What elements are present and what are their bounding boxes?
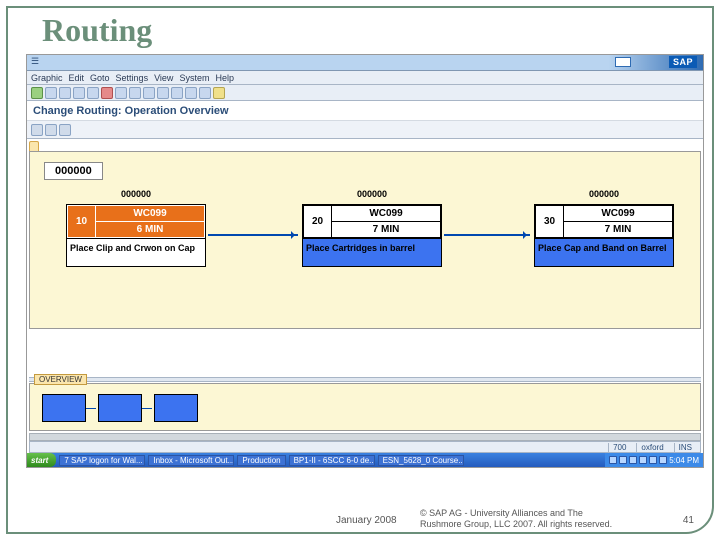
menu-item-help[interactable]: Help <box>215 73 234 83</box>
arrow-icon <box>208 234 298 236</box>
footer-strip <box>29 433 701 441</box>
print-icon[interactable] <box>115 87 127 99</box>
menu-bar[interactable]: Graphic Edit Goto Settings View System H… <box>27 71 703 85</box>
tray-icon[interactable] <box>609 456 617 464</box>
taskbar-item[interactable]: 7 SAP logon for Wal... <box>59 455 145 466</box>
overview-thumb[interactable] <box>98 394 142 422</box>
taskbar-item[interactable]: BP1-II - 6SCC 6-0 de... <box>289 455 375 466</box>
header-widget[interactable] <box>615 57 631 67</box>
tool-icon[interactable] <box>45 87 57 99</box>
next-icon[interactable] <box>171 87 183 99</box>
diagram-root-id: 000000 <box>44 162 103 180</box>
footer-copyright: © SAP AG - University Alliances and The … <box>420 508 620 531</box>
menu-item-goto[interactable]: Goto <box>90 73 110 83</box>
find-icon[interactable] <box>129 87 141 99</box>
first-icon[interactable] <box>143 87 155 99</box>
prev-icon[interactable] <box>157 87 169 99</box>
overview-thumb[interactable] <box>154 394 198 422</box>
op-top-id: 000000 <box>589 189 619 199</box>
op-workcenter: WC099 <box>564 206 673 222</box>
menu-item-view[interactable]: View <box>154 73 173 83</box>
status-ins: INS <box>674 443 696 452</box>
tray-icon[interactable] <box>629 456 637 464</box>
system-tray[interactable]: 5:04 PM <box>605 453 703 467</box>
sap-logo: SAP <box>669 56 697 68</box>
op-time: 7 MIN <box>564 222 673 238</box>
last-icon[interactable] <box>185 87 197 99</box>
slide-footer: January 2008 © SAP AG - University Allia… <box>0 478 720 530</box>
taskbar-item[interactable]: ESN_5628_0 Course... <box>378 455 464 466</box>
status-client: oxford <box>636 443 667 452</box>
sap-window-header: ☰ SAP <box>27 55 703 71</box>
overview-pane[interactable]: OVERVIEW <box>29 383 701 431</box>
arrow-icon <box>444 234 530 236</box>
overview-label: OVERVIEW <box>34 374 87 385</box>
op-time: 7 MIN <box>332 222 441 238</box>
tab-strip <box>27 141 703 151</box>
menu-item-graphic[interactable]: Graphic <box>31 73 63 83</box>
save-icon[interactable] <box>59 87 71 99</box>
op-number: 30 <box>536 206 564 238</box>
tray-icon[interactable] <box>619 456 627 464</box>
help-icon[interactable] <box>213 87 225 99</box>
op-description: Place Cartridges in barrel <box>303 238 441 266</box>
menu-item-system[interactable]: System <box>179 73 209 83</box>
tab-handle[interactable] <box>29 141 39 151</box>
app-tool-icon[interactable] <box>31 124 43 136</box>
sap-screenshot: ☰ SAP Graphic Edit Goto Settings View Sy… <box>26 54 704 468</box>
app-toolbar <box>27 121 703 139</box>
transaction-title: Change Routing: Operation Overview <box>27 101 703 121</box>
op-number: 10 <box>68 206 96 238</box>
operation-30[interactable]: 000000 30 WC099 7 MIN Place Cap and Band… <box>534 204 674 267</box>
op-workcenter: WC099 <box>332 206 441 222</box>
footer-date: January 2008 <box>336 515 397 526</box>
clock: 5:04 PM <box>669 456 699 465</box>
operation-10[interactable]: 000000 10 WC099 6 MIN Place Clip and Crw… <box>66 204 206 267</box>
op-top-id: 000000 <box>357 189 387 199</box>
sap-status-bar: 700 oxford INS <box>29 441 701 453</box>
start-button[interactable]: start <box>27 453 56 467</box>
op-top-id: 000000 <box>121 189 151 199</box>
operation-20[interactable]: 000000 20 WC099 7 MIN Place Cartridges i… <box>302 204 442 267</box>
window-title-text: ☰ <box>31 56 39 67</box>
back-icon[interactable] <box>73 87 85 99</box>
op-description: Place Clip and Crwon on Cap <box>67 238 205 266</box>
op-description: Place Cap and Band on Barrel <box>535 238 673 266</box>
op-time: 6 MIN <box>96 222 205 238</box>
tray-icon[interactable] <box>649 456 657 464</box>
overview-thumb[interactable] <box>42 394 86 422</box>
tray-icon[interactable] <box>639 456 647 464</box>
app-tool-icon[interactable] <box>59 124 71 136</box>
exit-icon[interactable] <box>87 87 99 99</box>
op-number: 20 <box>304 206 332 238</box>
arrow-icon <box>86 408 96 409</box>
menu-item-edit[interactable]: Edit <box>69 73 85 83</box>
cancel-icon[interactable] <box>101 87 113 99</box>
main-toolbar <box>27 85 703 101</box>
routing-diagram[interactable]: 000000 000000 10 WC099 6 MIN Place Clip … <box>29 151 701 329</box>
arrow-icon <box>142 408 152 409</box>
status-server: 700 <box>608 443 630 452</box>
menu-item-settings[interactable]: Settings <box>116 73 149 83</box>
page-number: 41 <box>683 515 694 526</box>
windows-taskbar[interactable]: start 7 SAP logon for Wal... Inbox - Mic… <box>27 453 703 467</box>
app-tool-icon[interactable] <box>45 124 57 136</box>
separator <box>29 377 701 382</box>
slide-title: Routing <box>42 12 152 49</box>
taskbar-item[interactable]: Production <box>237 455 285 466</box>
tray-icon[interactable] <box>659 456 667 464</box>
check-icon[interactable] <box>31 87 43 99</box>
new-session-icon[interactable] <box>199 87 211 99</box>
op-workcenter: WC099 <box>96 206 205 222</box>
taskbar-item[interactable]: Inbox - Microsoft Out... <box>148 455 234 466</box>
